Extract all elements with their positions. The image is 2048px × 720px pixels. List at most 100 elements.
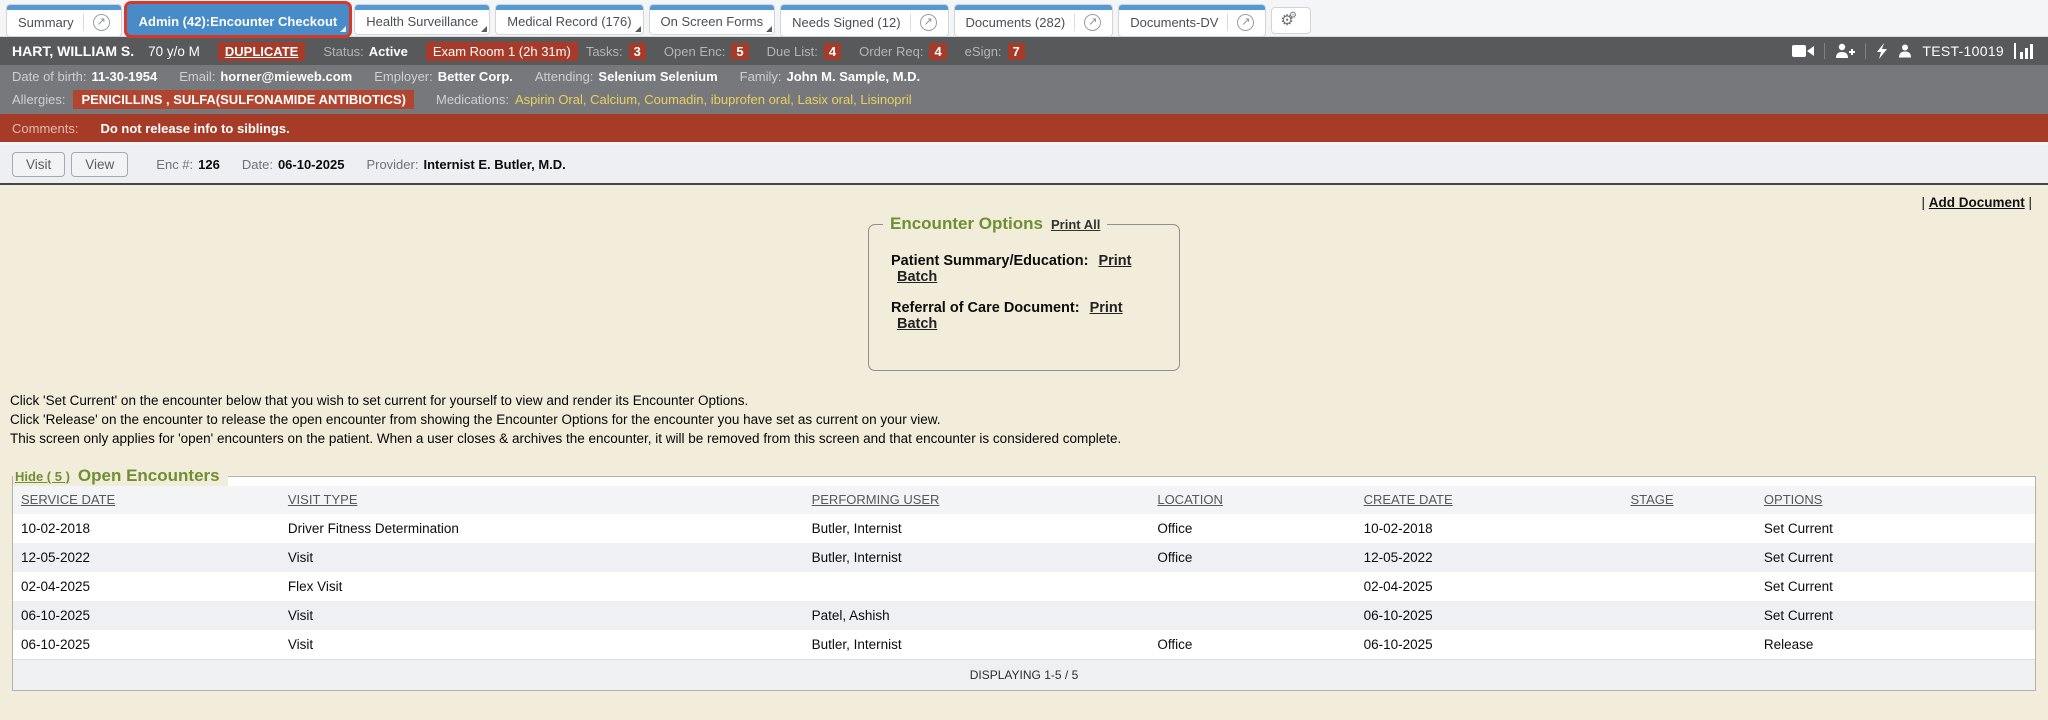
column-header-options[interactable]: OPTIONS	[1756, 486, 2035, 514]
visit-button[interactable]: Visit	[12, 152, 65, 177]
tasks-count-badge[interactable]: 3	[629, 43, 646, 60]
jump-arrow-icon[interactable]: ↗	[1084, 14, 1101, 31]
status-value: Active	[369, 44, 408, 59]
enc-date-value: 06-10-2025	[278, 157, 345, 172]
employer-value: Better Corp.	[438, 69, 513, 84]
attending-value: Selenium Selenium	[598, 69, 717, 84]
print-link[interactable]: Print	[1098, 253, 1131, 269]
demographics-row: Date of birth: 11-30-1954 Email: horner@…	[0, 65, 2048, 87]
open-encounters-table: SERVICE DATE VISIT TYPE PERFORMING USER …	[13, 486, 2035, 659]
column-header-visit-type[interactable]: VISIT TYPE	[280, 486, 804, 514]
bar-chart-icon[interactable]	[2014, 43, 2036, 59]
column-header-service-date[interactable]: SERVICE DATE	[13, 486, 280, 514]
tab-summary[interactable]: Summary ↗	[6, 4, 122, 37]
add-document-link[interactable]: Add Document	[1929, 195, 2025, 210]
print-all-link[interactable]: Print All	[1051, 217, 1100, 232]
cell-performing-user: Butler, Internist	[804, 543, 1150, 572]
tab-label: Medical Record (176)	[507, 14, 631, 29]
employer-label: Employer:	[374, 69, 433, 84]
table-row: 02-04-2025 Flex Visit 02-04-2025 Set Cur…	[13, 572, 2035, 601]
print-link[interactable]: Print	[1090, 300, 1123, 316]
divider	[1865, 43, 1866, 59]
column-header-performing-user[interactable]: PERFORMING USER	[804, 486, 1150, 514]
lightning-bolt-icon[interactable]	[1876, 43, 1888, 59]
dob-value: 11-30-1954	[91, 69, 157, 84]
allergy-alert-chip[interactable]: PENICILLINS , SULFA(SULFONAMIDE ANTIBIOT…	[73, 90, 414, 109]
open-enc-label: Open Enc:	[664, 44, 725, 59]
instruction-line: This screen only applies for 'open' enco…	[10, 429, 2048, 448]
dob-label: Date of birth:	[12, 69, 86, 84]
patient-name: HART, WILLIAM S.	[12, 43, 134, 59]
esign-count-badge[interactable]: 7	[1008, 43, 1025, 60]
cell-performing-user: Butler, Internist	[804, 514, 1150, 543]
set-current-action[interactable]: Set Current	[1756, 572, 2035, 601]
table-row: 06-10-2025 Visit Butler, Internist Offic…	[13, 630, 2035, 659]
cell-stage	[1622, 572, 1755, 601]
tab-menu-fold-icon	[635, 26, 641, 32]
column-header-location[interactable]: LOCATION	[1149, 486, 1355, 514]
chart-tab-bar: Summary ↗ Admin (42):Encounter Checkout …	[0, 0, 2048, 37]
allergies-label: Allergies:	[12, 92, 65, 107]
tab-needs-signed[interactable]: Needs Signed (12) ↗	[780, 4, 948, 37]
cell-visit-type: Visit	[280, 601, 804, 630]
enc-number-label: Enc #:	[156, 157, 193, 172]
cell-visit-type: Driver Fitness Determination	[280, 514, 804, 543]
comments-row: Comments: Do not release info to sibling…	[0, 114, 2048, 142]
email-value: horner@mieweb.com	[220, 69, 352, 84]
batch-link[interactable]: Batch	[897, 269, 937, 285]
enc-number-value: 126	[198, 157, 220, 172]
video-camera-icon[interactable]	[1792, 44, 1814, 58]
tab-documents[interactable]: Documents (282) ↗	[954, 4, 1114, 37]
order-req-label: Order Req:	[859, 44, 923, 59]
cell-performing-user: Butler, Internist	[804, 630, 1150, 659]
tab-on-screen-forms[interactable]: On Screen Forms	[649, 4, 776, 35]
divider	[1824, 43, 1825, 59]
encounter-bar: Visit View Enc #: 126 Date: 06-10-2025 P…	[0, 145, 2048, 185]
open-enc-count-badge[interactable]: 5	[731, 43, 748, 60]
tab-label: Summary	[18, 15, 74, 30]
duplicate-flag[interactable]: DUPLICATE	[218, 42, 305, 61]
tab-menu-fold-icon	[766, 26, 772, 32]
person-icon[interactable]	[1898, 44, 1912, 58]
table-row: 10-02-2018 Driver Fitness Determination …	[13, 514, 2035, 543]
encounter-options-panel: Encounter Options Print All Patient Summ…	[868, 214, 1180, 371]
tab-label: Needs Signed (12)	[792, 15, 900, 30]
jump-arrow-icon[interactable]: ↗	[1237, 14, 1254, 31]
order-req-count-badge[interactable]: 4	[929, 43, 946, 60]
pipe: |	[1921, 195, 1928, 210]
cell-visit-type: Visit	[280, 630, 804, 659]
email-label: Email:	[179, 69, 215, 84]
add-person-icon[interactable]	[1835, 43, 1855, 59]
enc-date-label: Date:	[242, 157, 273, 172]
hide-toggle-link[interactable]: Hide ( 5 )	[15, 469, 70, 484]
medications-list[interactable]: Aspirin Oral, Calcium, Coumadin, ibuprof…	[515, 92, 912, 107]
tab-settings-button[interactable]: ⚙⚙	[1271, 7, 1311, 34]
due-list-count-badge[interactable]: 4	[824, 43, 841, 60]
cell-create-date: 12-05-2022	[1356, 543, 1623, 572]
tab-label: Documents-DV	[1130, 15, 1218, 30]
exam-room-chip[interactable]: Exam Room 1 (2h 31m)	[426, 42, 578, 61]
batch-link[interactable]: Batch	[897, 316, 937, 332]
pipe: |	[2025, 195, 2032, 210]
view-button[interactable]: View	[71, 152, 128, 177]
cell-location: Office	[1149, 514, 1355, 543]
column-header-stage[interactable]: STAGE	[1622, 486, 1755, 514]
column-header-create-date[interactable]: CREATE DATE	[1356, 486, 1623, 514]
tab-admin-encounter-checkout[interactable]: Admin (42):Encounter Checkout	[127, 4, 350, 35]
jump-arrow-icon[interactable]: ↗	[93, 14, 110, 31]
gear-small-icon: ⚙	[1289, 10, 1297, 20]
tab-health-surveillance[interactable]: Health Surveillance	[354, 4, 490, 35]
set-current-action[interactable]: Set Current	[1756, 601, 2035, 630]
patient-header-bar: HART, WILLIAM S. 70 y/o M DUPLICATE Stat…	[0, 37, 2048, 65]
set-current-action[interactable]: Set Current	[1756, 543, 2035, 572]
open-encounters-title: Open Encounters	[78, 466, 220, 486]
tab-documents-dv[interactable]: Documents-DV ↗	[1118, 4, 1266, 37]
set-current-action[interactable]: Set Current	[1756, 514, 2035, 543]
tab-medical-record[interactable]: Medical Record (176)	[495, 4, 643, 35]
cell-service-date: 06-10-2025	[13, 601, 280, 630]
tab-label: Health Surveillance	[366, 14, 478, 29]
release-action[interactable]: Release	[1756, 630, 2035, 659]
cell-service-date: 02-04-2025	[13, 572, 280, 601]
table-header-row: SERVICE DATE VISIT TYPE PERFORMING USER …	[13, 486, 2035, 514]
jump-arrow-icon[interactable]: ↗	[920, 14, 937, 31]
